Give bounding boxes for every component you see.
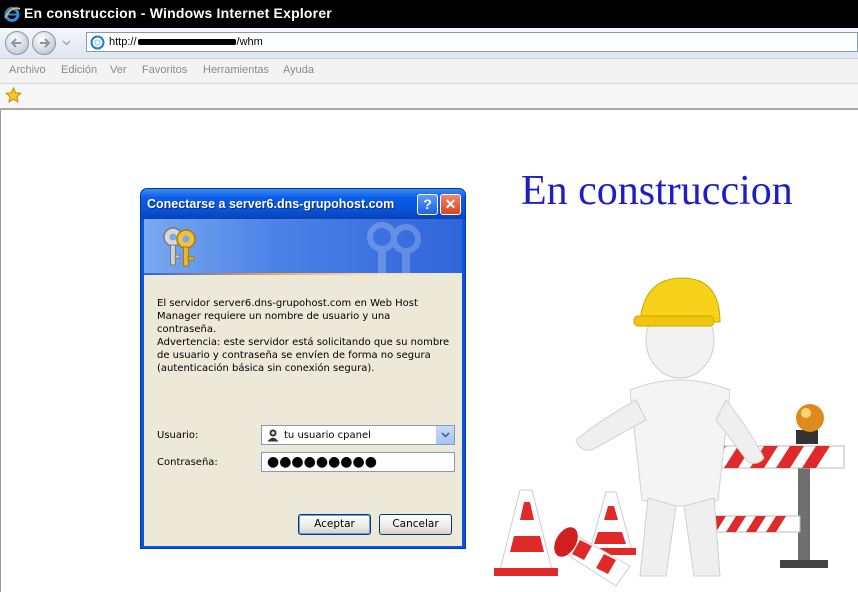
window-title: En construccion - Windows Internet Explo… (24, 5, 332, 21)
page-icon (90, 35, 105, 50)
help-button[interactable]: ? (417, 194, 438, 215)
keys-watermark-icon (367, 222, 421, 273)
login-dialog: Conectarse a server6.dns-grupohost.com ?… (140, 188, 466, 549)
menu-archivo[interactable]: Archivo (9, 64, 46, 76)
password-value: ●●●●●●●●● (267, 454, 377, 470)
user-combobox[interactable]: tu usuario cpanel (261, 425, 455, 445)
user-label: Usuario: (157, 430, 199, 441)
forward-button[interactable] (32, 31, 56, 55)
menu-ayuda[interactable]: Ayuda (283, 64, 314, 76)
url-suffix: /whm (236, 36, 263, 48)
forward-arrow-icon (40, 38, 51, 48)
address-bar[interactable]: http:// /whm (86, 32, 858, 52)
dialog-banner (144, 219, 462, 275)
dialog-body: El servidor server6.dns-grupohost.com en… (144, 219, 462, 546)
user-icon (267, 429, 279, 442)
menu-bar: Archivo Edición Ver Favoritos Herramient… (0, 59, 858, 84)
user-value: tu usuario cpanel (284, 430, 371, 441)
address-url: http:// /whm (109, 36, 263, 48)
close-button[interactable]: ✕ (440, 194, 461, 215)
redacted-domain (137, 39, 236, 46)
chevron-down-icon (441, 432, 450, 438)
back-button[interactable] (5, 31, 29, 55)
keys-icon (163, 227, 196, 267)
history-dropdown-icon[interactable] (62, 38, 71, 47)
password-field[interactable]: ●●●●●●●●● (261, 452, 455, 472)
construction-worker-illustration (494, 277, 845, 587)
menu-edicion[interactable]: Edición (61, 64, 97, 76)
dialog-warning: Advertencia: este servidor está solicita… (157, 337, 450, 374)
menu-herramientas[interactable]: Herramientas (203, 64, 269, 76)
page-heading: En construccion (521, 168, 793, 214)
menu-favoritos[interactable]: Favoritos (142, 64, 187, 76)
banner-stripe (144, 273, 462, 275)
menu-ver[interactable]: Ver (110, 64, 127, 76)
window-titlebar: En construccion - Windows Internet Explo… (0, 0, 858, 28)
star-icon[interactable] (5, 87, 22, 104)
dialog-message: El servidor server6.dns-grupohost.com en… (157, 298, 418, 335)
dialog-titlebar[interactable]: Conectarse a server6.dns-grupohost.com ?… (141, 189, 465, 219)
password-label: Contraseña: (157, 457, 218, 468)
url-prefix: http:// (109, 36, 137, 48)
back-arrow-icon (10, 38, 21, 48)
ie-icon (4, 7, 21, 22)
accept-button[interactable]: Aceptar (298, 514, 371, 535)
navigation-bar: http:// /whm (0, 28, 858, 59)
favorites-bar (0, 84, 858, 110)
user-dropdown-button[interactable] (436, 426, 454, 444)
cancel-button[interactable]: Cancelar (379, 514, 452, 535)
dialog-title: Conectarse a server6.dns-grupohost.com (147, 197, 395, 211)
